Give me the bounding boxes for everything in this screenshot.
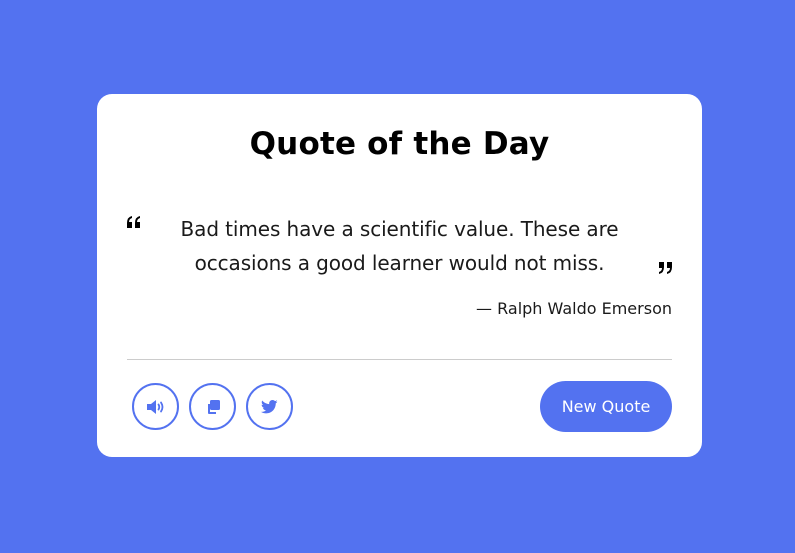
twitter-button[interactable]: [246, 383, 293, 430]
card-title: Quote of the Day: [249, 126, 550, 162]
volume-icon: [146, 399, 163, 414]
twitter-icon: [261, 399, 278, 413]
quote-area: Bad times have a scientific value. These…: [127, 212, 672, 282]
quote-card: Quote of the Day Bad times have a scient…: [97, 94, 702, 457]
copy-icon: [207, 399, 220, 414]
action-buttons: [132, 383, 293, 430]
new-quote-button[interactable]: New Quote: [540, 381, 672, 432]
speak-button[interactable]: [132, 383, 179, 430]
quote-text: Bad times have a scientific value. These…: [180, 217, 619, 275]
divider: [127, 359, 672, 360]
quote-open-icon: [127, 216, 140, 228]
copy-button[interactable]: [189, 383, 236, 430]
quote-close-icon: [659, 262, 672, 274]
quote-author: — Ralph Waldo Emerson: [476, 299, 672, 318]
